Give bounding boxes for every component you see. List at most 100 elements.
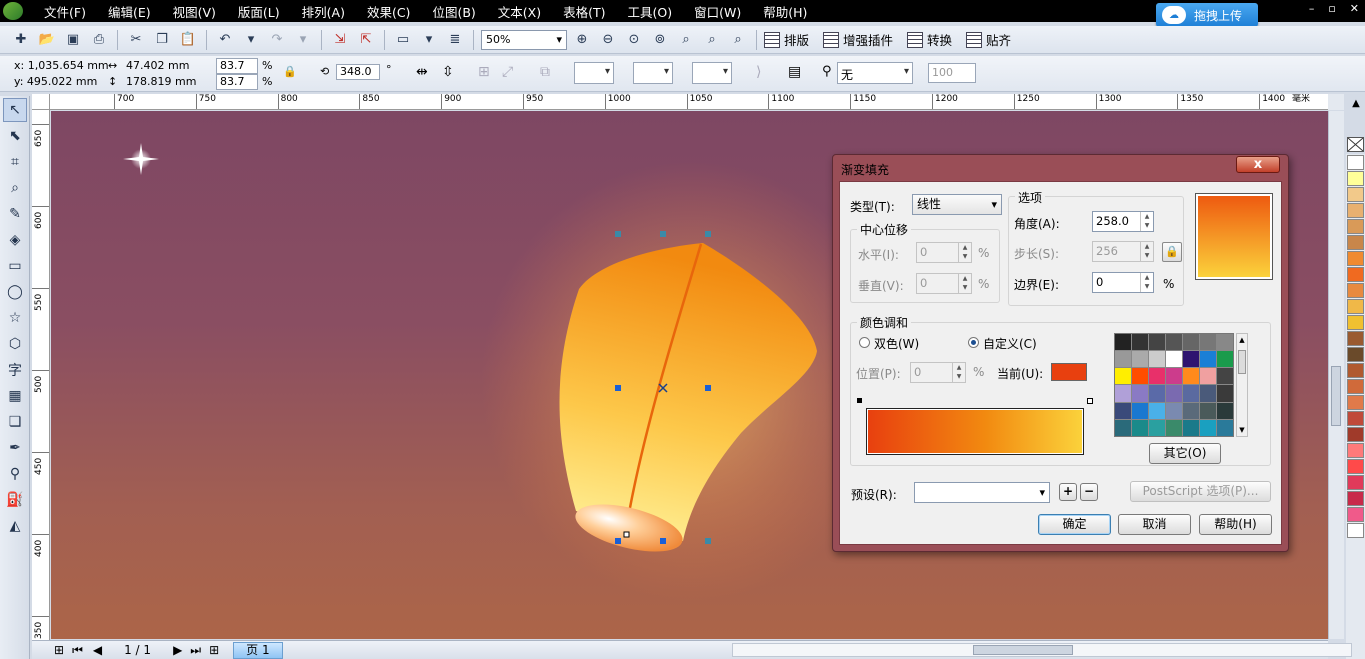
steps-input[interactable]: 256 ▲ ▼ — [1092, 241, 1154, 262]
color-swatch[interactable] — [1217, 368, 1233, 385]
interactive-tool-icon[interactable]: ❏ — [3, 410, 27, 434]
color-swatch[interactable] — [1217, 402, 1233, 419]
wrap-text-icon[interactable]: ▤ — [788, 64, 801, 80]
transparency-input[interactable]: 100 — [928, 63, 976, 83]
palette-swatch[interactable] — [1347, 459, 1364, 474]
menu-bitmaps[interactable]: 位图(B) — [421, 2, 486, 21]
gradient-end-node[interactable] — [1087, 398, 1093, 404]
outline-style-select[interactable] — [574, 62, 614, 84]
menu-arrange[interactable]: 排列(A) — [291, 2, 356, 21]
ellipse-tool-icon[interactable]: ◯ — [3, 280, 27, 304]
color-swatch[interactable] — [1166, 351, 1182, 368]
export-icon[interactable]: ⇱ — [355, 30, 377, 50]
position-input[interactable]: 0 ▲ ▼ — [910, 362, 966, 383]
palette-swatch[interactable] — [1347, 187, 1364, 202]
color-swatch[interactable] — [1183, 385, 1199, 402]
help-button[interactable]: 帮助(H) — [1199, 514, 1272, 535]
position-x-field[interactable]: x: 1,035.654 mm — [14, 59, 109, 72]
color-swatch[interactable] — [1166, 402, 1182, 419]
swatch-scroll-down-icon[interactable]: ▼ — [1237, 426, 1247, 434]
add-page-icon[interactable]: ⊞ — [54, 643, 64, 657]
other-colors-button[interactable]: 其它(O) — [1149, 443, 1221, 464]
color-swatch[interactable] — [1183, 368, 1199, 385]
color-swatch[interactable] — [1115, 419, 1131, 436]
color-swatch[interactable] — [1149, 368, 1165, 385]
palette-swatch[interactable] — [1347, 155, 1364, 170]
menu-help[interactable]: 帮助(H) — [752, 2, 818, 21]
crop-tool-icon[interactable]: ⌗ — [3, 150, 27, 174]
horizontal-spinner[interactable]: ▲ ▼ — [958, 243, 971, 262]
horizontal-scrollbar[interactable] — [732, 643, 1352, 657]
vertical-input[interactable]: 0 ▲ ▼ — [916, 273, 972, 294]
palette-swatch[interactable] — [1347, 395, 1364, 410]
color-swatch[interactable] — [1115, 351, 1131, 368]
color-swatch[interactable] — [1166, 368, 1182, 385]
color-swatch[interactable] — [1200, 351, 1216, 368]
palette-swatch[interactable] — [1347, 251, 1364, 266]
palette-swatch[interactable] — [1347, 379, 1364, 394]
plugin-button[interactable]: 增强插件 — [823, 30, 893, 49]
redo-dropdown-icon[interactable]: ▾ — [292, 30, 314, 50]
palette-swatch[interactable] — [1347, 363, 1364, 378]
steps-spinner[interactable]: ▲ ▼ — [1140, 242, 1153, 261]
import-icon[interactable]: ⇲ — [329, 30, 351, 50]
color-swatch[interactable] — [1166, 385, 1182, 402]
zoom-out-icon[interactable]: ⊖ — [597, 30, 619, 50]
cancel-button[interactable]: 取消 — [1118, 514, 1191, 535]
save-icon[interactable]: ▣ — [62, 30, 84, 50]
color-swatch[interactable] — [1149, 385, 1165, 402]
close-icon[interactable]: ✕ — [1350, 2, 1359, 15]
position-y-field[interactable]: y: 495.022 mm — [14, 75, 97, 88]
scale-x-input[interactable]: 83.7 — [216, 58, 258, 74]
menu-edit[interactable]: 编辑(E) — [97, 2, 162, 21]
paste-icon[interactable]: 📋 — [177, 30, 199, 50]
palette-swatch[interactable] — [1347, 347, 1364, 362]
wrap-icon[interactable]: ⟩ — [756, 64, 761, 80]
start-arrow-select[interactable] — [633, 62, 673, 84]
no-color-swatch[interactable] — [1347, 137, 1364, 152]
edge-pad-input[interactable]: 0 ▲ ▼ — [1092, 272, 1154, 293]
color-swatch[interactable] — [1149, 419, 1165, 436]
color-swatch[interactable] — [1132, 334, 1148, 351]
print-icon[interactable]: ⎙ — [88, 30, 110, 50]
color-swatch[interactable] — [1149, 402, 1165, 419]
ok-button[interactable]: 确定 — [1038, 514, 1111, 535]
edit-icon[interactable]: ⤢ — [502, 64, 513, 80]
palette-swatch[interactable] — [1347, 523, 1364, 538]
pick-tool-icon[interactable]: ↖ — [3, 98, 27, 122]
preset-select[interactable] — [914, 482, 1050, 503]
outline-width-select[interactable]: 无 — [837, 62, 913, 84]
lock-ratio-icon[interactable]: 🔒 — [283, 65, 297, 78]
color-swatch[interactable] — [1200, 385, 1216, 402]
rotation-angle-input[interactable]: 348.0 — [336, 64, 380, 80]
zoom-in-icon[interactable]: ⊕ — [571, 30, 593, 50]
palette-scroll-up-icon[interactable]: ▲ — [1348, 98, 1364, 112]
postscript-options-button[interactable]: PostScript 选项(P)... — [1130, 481, 1271, 502]
two-color-radio[interactable] — [859, 337, 870, 348]
steps-lock-icon[interactable]: 🔒 — [1162, 242, 1182, 262]
angle-spinner[interactable]: ▲ ▼ — [1140, 212, 1153, 231]
swatch-scroll-thumb[interactable] — [1238, 350, 1246, 374]
last-page-icon[interactable]: ⏭ — [190, 643, 201, 658]
color-swatch[interactable] — [1149, 334, 1165, 351]
add-page-after-icon[interactable]: ⊞ — [209, 643, 219, 657]
end-arrow-select[interactable] — [692, 62, 732, 84]
convert-button[interactable]: 转换 — [907, 30, 952, 49]
palette-swatch[interactable] — [1347, 299, 1364, 314]
transform-icon[interactable]: ⧉ — [540, 64, 550, 80]
restore-icon[interactable]: ▫ — [1328, 2, 1335, 15]
custom-radio[interactable] — [968, 337, 979, 348]
vertical-spinner[interactable]: ▲ ▼ — [958, 274, 971, 293]
color-swatch[interactable] — [1200, 368, 1216, 385]
current-color-swatch[interactable] — [1051, 363, 1087, 381]
color-swatch[interactable] — [1115, 368, 1131, 385]
object-height-field[interactable]: 178.819 mm — [126, 75, 196, 88]
copy-icon[interactable]: ❐ — [151, 30, 173, 50]
undo-icon[interactable]: ↶ — [214, 30, 236, 50]
zoom-width-icon[interactable]: ⌕ — [701, 30, 723, 50]
align-icon[interactable]: ⊞ — [478, 64, 490, 80]
gradient-start-node[interactable] — [857, 398, 862, 403]
color-swatch[interactable] — [1166, 419, 1182, 436]
color-swatch[interactable] — [1217, 351, 1233, 368]
freehand-tool-icon[interactable]: ✎ — [3, 202, 27, 226]
